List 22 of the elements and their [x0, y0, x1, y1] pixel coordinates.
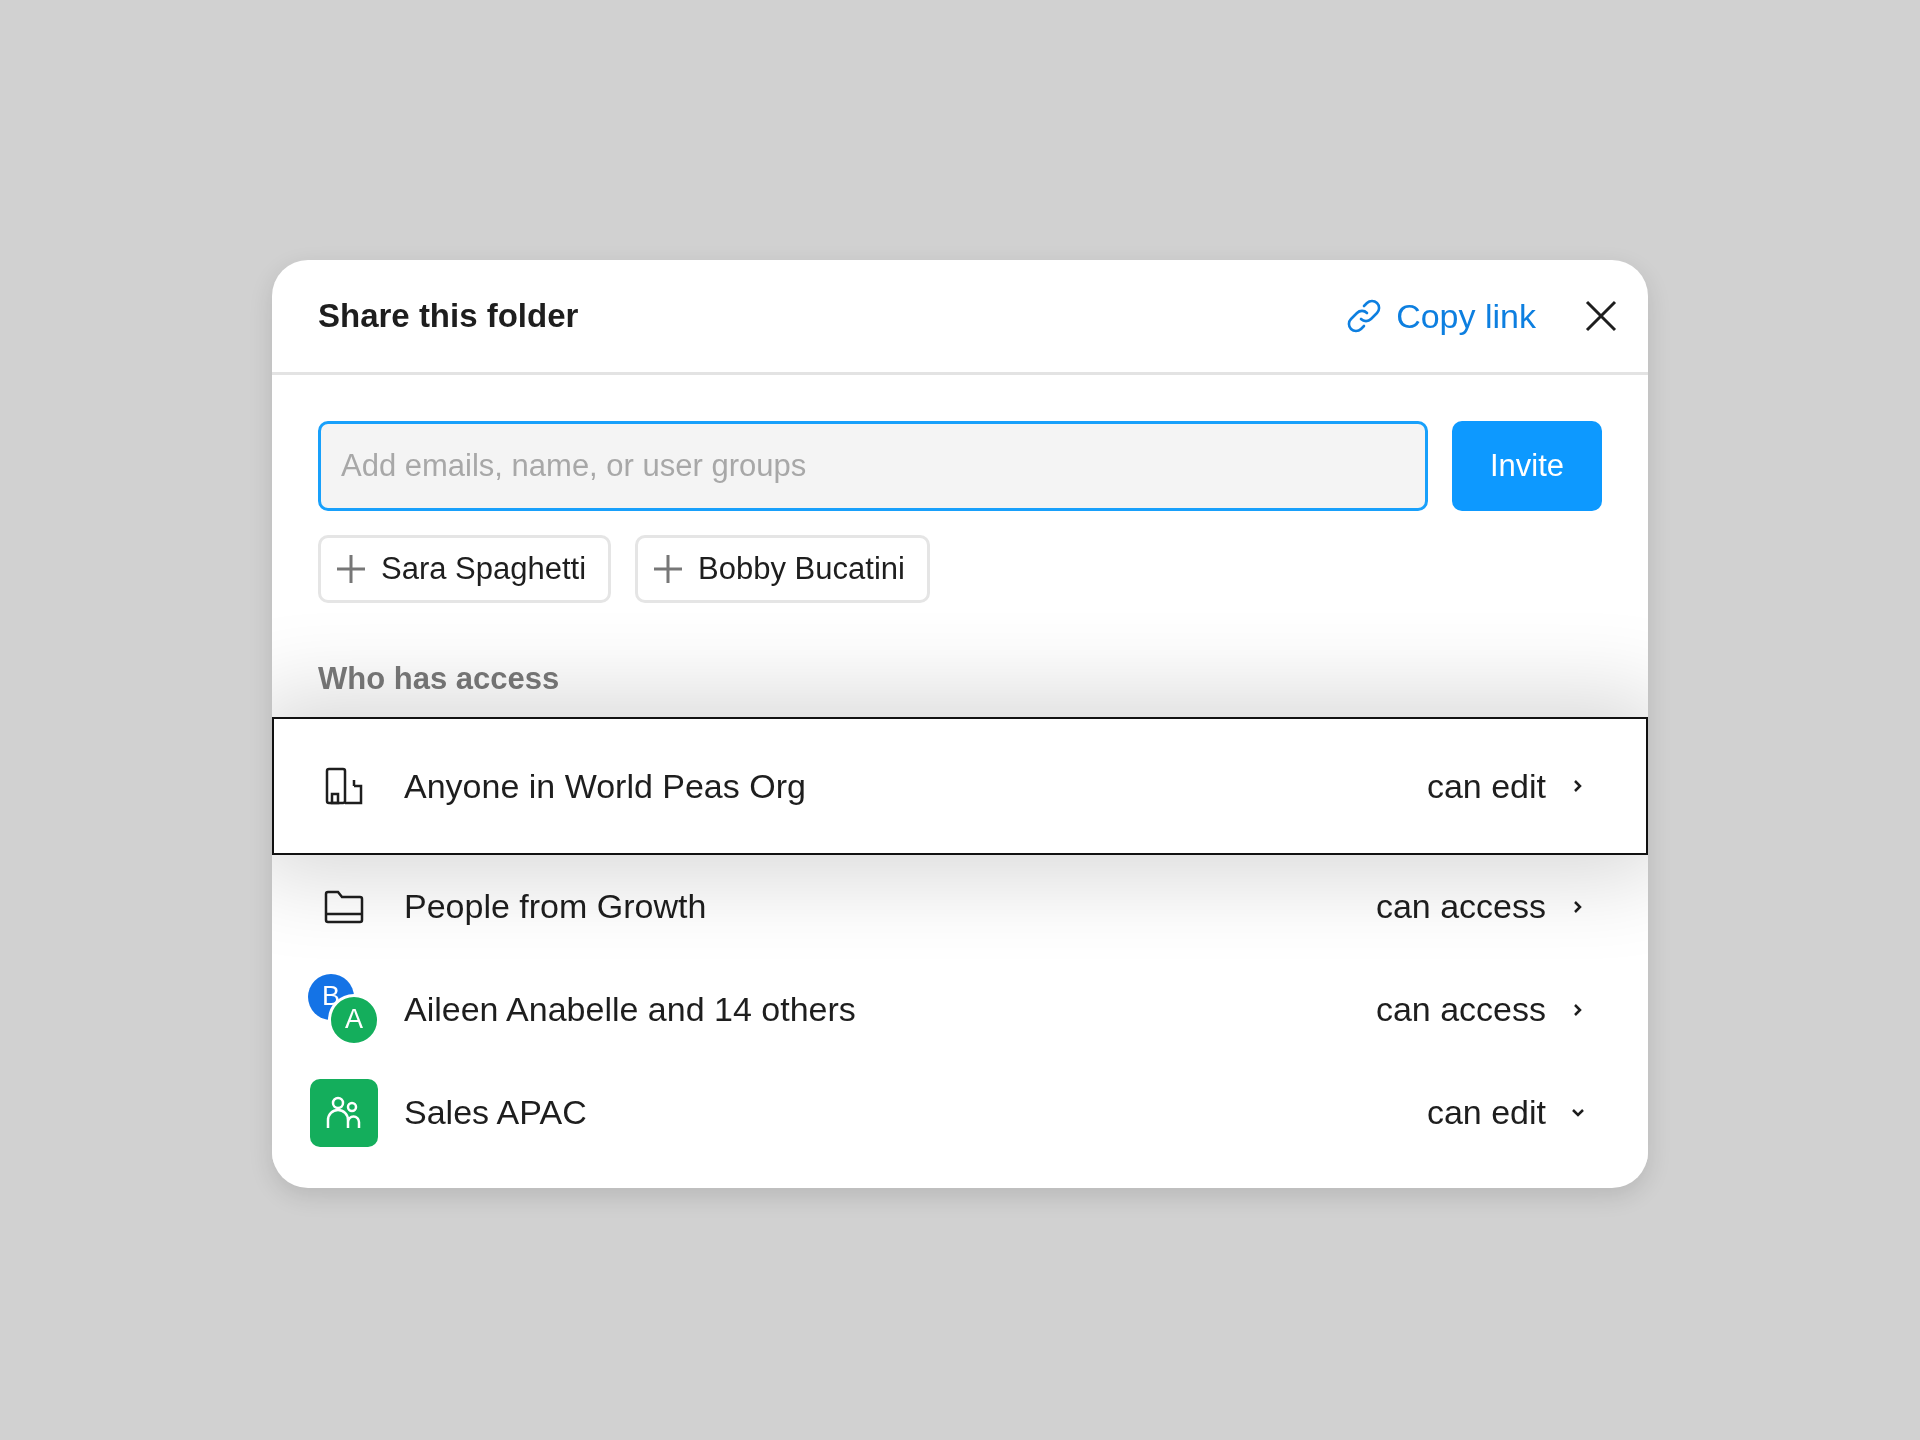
permission-label: can edit: [1426, 1093, 1546, 1132]
access-row[interactable]: Sales APAC can edit: [272, 1061, 1648, 1164]
permission-label: can access: [1375, 990, 1546, 1029]
access-name: People from Growth: [404, 887, 708, 926]
invite-field[interactable]: Add emails, name, or user groups: [318, 421, 1428, 511]
access-row[interactable]: People from Growth can access: [272, 855, 1648, 958]
access-row[interactable]: Anyone in World Peas Org can edit: [272, 717, 1648, 855]
access-name: Aileen Anabelle and 14 others: [404, 990, 857, 1029]
plus-icon: [652, 553, 685, 585]
permission-label: can access: [1375, 887, 1546, 926]
access-name: Anyone in World Peas Org: [404, 766, 807, 806]
link-icon: [1346, 298, 1383, 334]
dialog-title: Share this folder: [318, 297, 580, 335]
permission-label: can edit: [1426, 766, 1546, 806]
folder-icon: [323, 888, 365, 925]
section-heading: Who has access: [318, 661, 560, 696]
plus-icon: [335, 553, 367, 585]
suggestion-chip[interactable]: Bobby Bucatini: [635, 535, 930, 603]
building-icon: [324, 766, 364, 806]
access-name: Sales APAC: [404, 1093, 588, 1132]
copy-link[interactable]: Copy link: [1346, 296, 1536, 336]
suggestion-chip[interactable]: Sara Spaghetti: [318, 535, 612, 603]
